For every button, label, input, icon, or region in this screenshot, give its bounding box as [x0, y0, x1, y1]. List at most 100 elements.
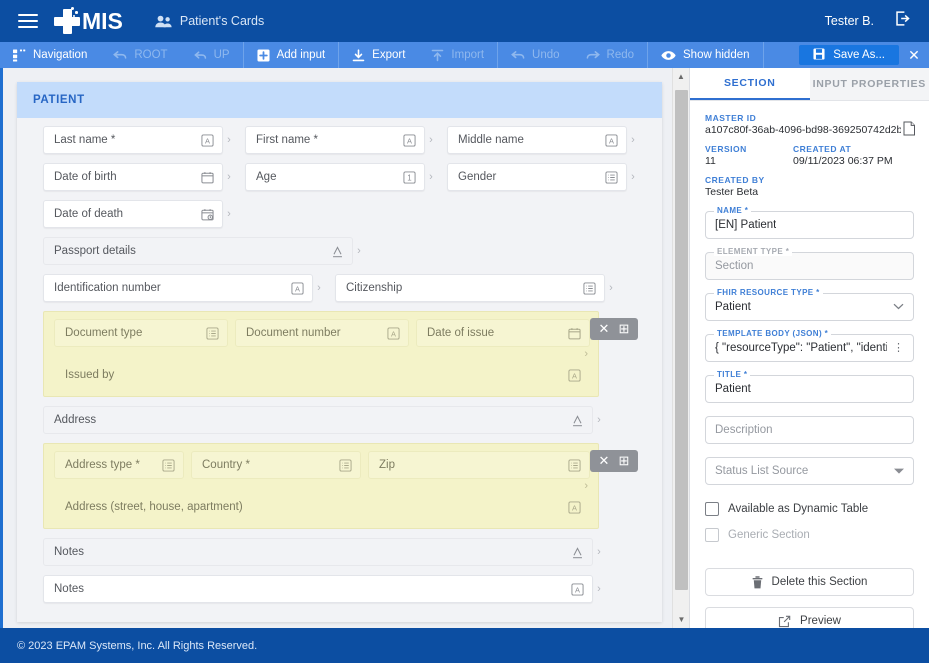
- field-address-heading[interactable]: Address: [43, 406, 593, 434]
- title-field[interactable]: TITLE * Patient: [705, 370, 914, 403]
- expand-chevron[interactable]: ›: [627, 163, 639, 191]
- tab-input-properties[interactable]: INPUT PROPERTIES: [809, 68, 929, 100]
- field-document-number[interactable]: Document number A: [235, 319, 409, 347]
- status-list-source-select[interactable]: Status List Source: [705, 457, 914, 485]
- name-field[interactable]: NAME * [EN] Patient: [705, 206, 914, 239]
- field-address-street[interactable]: Address (street, house, apartment) A: [54, 493, 590, 521]
- triangle-up-icon[interactable]: ▲: [673, 68, 689, 85]
- trash-icon: [752, 575, 763, 589]
- field-last-name[interactable]: Last name * A: [43, 126, 223, 154]
- expand-chevron[interactable]: ›: [593, 406, 605, 434]
- field-notes[interactable]: Notes A: [43, 575, 593, 603]
- group-line: Document type Document number A Date of …: [54, 319, 590, 347]
- field-label: Date of birth: [54, 171, 117, 183]
- toolbar-add-input-button[interactable]: Add input: [244, 42, 339, 68]
- expand-chevron[interactable]: ›: [605, 274, 617, 302]
- top-header: MIS Patient's Cards Tester B.: [0, 0, 929, 42]
- master-id-value: a107c80f-36ab-4096-bd98-369250742d2b: [705, 124, 901, 136]
- field-country[interactable]: Country *: [191, 451, 361, 479]
- toolbar-import-button[interactable]: Import: [418, 42, 497, 68]
- toolbar-group-view: Show hidden: [648, 42, 764, 68]
- field-identification-number[interactable]: Identification number A: [43, 274, 313, 302]
- add-group-icon[interactable]: ⊞: [615, 321, 633, 337]
- field-address-type[interactable]: Address type *: [54, 451, 184, 479]
- toolbar-navigation-button[interactable]: Navigation: [0, 42, 100, 68]
- field-label: Passport details: [54, 245, 136, 257]
- remove-group-icon[interactable]: ✕: [595, 321, 613, 337]
- fhir-resource-type-select[interactable]: FHIR RESOURCE TYPE * Patient: [705, 288, 914, 321]
- copy-icon[interactable]: [903, 121, 916, 141]
- field-label: Address type *: [65, 459, 140, 471]
- user-name[interactable]: Tester B.: [825, 14, 874, 28]
- expand-chevron[interactable]: ›: [425, 163, 437, 191]
- canvas-scrollbar[interactable]: ▲ ▼: [672, 68, 689, 628]
- field-age[interactable]: Age 1: [245, 163, 425, 191]
- delete-section-label: Delete this Section: [771, 576, 868, 588]
- available-as-dynamic-table-checkbox[interactable]: Available as Dynamic Table: [705, 502, 914, 516]
- svg-text:A: A: [295, 284, 300, 293]
- expand-chevron[interactable]: ›: [223, 163, 235, 191]
- save-as-button[interactable]: Save As...: [799, 45, 899, 65]
- name-field-legend: NAME *: [714, 206, 752, 215]
- preview-label: Preview: [800, 615, 841, 627]
- expand-chevron[interactable]: ›: [223, 126, 235, 154]
- expand-chevron[interactable]: ›: [593, 538, 605, 566]
- text-input-icon: A: [568, 500, 581, 514]
- undo-icon: [511, 50, 525, 61]
- logout-icon[interactable]: [894, 10, 911, 32]
- expand-chevron[interactable]: ›: [223, 200, 235, 228]
- field-zip[interactable]: Zip: [368, 451, 590, 479]
- toolbar-show-hidden-button[interactable]: Show hidden: [648, 42, 763, 68]
- more-options-icon[interactable]: ⋮: [893, 343, 904, 354]
- tab-section[interactable]: SECTION: [690, 68, 810, 100]
- patients-cards-link[interactable]: Patient's Cards: [155, 14, 264, 28]
- scrollbar-thumb[interactable]: [675, 90, 688, 590]
- chevron-down-icon[interactable]: [894, 466, 904, 476]
- checkbox-box[interactable]: [705, 502, 719, 516]
- field-first-name[interactable]: First name * A: [245, 126, 425, 154]
- close-icon[interactable]: ✕: [899, 42, 929, 68]
- copyright-text: © 2023 EPAM Systems, Inc. All Rights Res…: [17, 639, 258, 652]
- template-body-value: { "resourceType": "Patient", "identifier…: [715, 342, 887, 354]
- description-field[interactable]: Description: [705, 416, 914, 444]
- field-middle-name[interactable]: Middle name A: [447, 126, 627, 154]
- delete-section-button[interactable]: Delete this Section: [705, 568, 914, 596]
- chevron-down-icon[interactable]: [893, 302, 904, 312]
- toolbar-export-button[interactable]: Export: [339, 42, 418, 68]
- text-input-icon: A: [571, 582, 584, 596]
- field-date-of-death[interactable]: Date of death: [43, 200, 223, 228]
- footer-bar: © 2023 EPAM Systems, Inc. All Rights Res…: [0, 628, 929, 663]
- field-date-of-issue[interactable]: Date of issue: [416, 319, 590, 347]
- toolbar-up-button[interactable]: UP: [181, 42, 243, 68]
- group-expand-chevron[interactable]: ›: [54, 347, 590, 361]
- group-expand-chevron[interactable]: ›: [54, 479, 590, 493]
- expand-chevron[interactable]: ›: [313, 274, 325, 302]
- triangle-down-icon[interactable]: ▼: [673, 611, 689, 628]
- field-citizenship[interactable]: Citizenship: [335, 274, 605, 302]
- toolbar-redo-button[interactable]: Redo: [573, 42, 648, 68]
- template-body-field[interactable]: TEMPLATE BODY (JSON) * { "resourceType":…: [705, 329, 914, 362]
- expand-chevron[interactable]: ›: [627, 126, 639, 154]
- toolbar-root-button[interactable]: ROOT: [100, 42, 180, 68]
- form-row: Date of death ›: [17, 200, 662, 228]
- expand-chevron[interactable]: ›: [353, 237, 365, 265]
- field-gender[interactable]: Gender: [447, 163, 627, 191]
- hamburger-icon[interactable]: [18, 14, 38, 28]
- field-notes-heading[interactable]: Notes: [43, 538, 593, 566]
- field-passport-details[interactable]: Passport details: [43, 237, 353, 265]
- toolbar-add-input-label: Add input: [276, 49, 326, 61]
- expand-chevron[interactable]: ›: [425, 126, 437, 154]
- add-group-icon[interactable]: ⊞: [615, 453, 633, 469]
- version-created-row: VERSION 11 CREATED AT 09/11/2023 06:37 P…: [705, 144, 914, 167]
- field-date-of-birth[interactable]: Date of birth: [43, 163, 223, 191]
- toolbar-undo-button[interactable]: Undo: [498, 42, 573, 68]
- remove-group-icon[interactable]: ✕: [595, 453, 613, 469]
- field-document-type[interactable]: Document type: [54, 319, 228, 347]
- field-issued-by[interactable]: Issued by A: [54, 361, 590, 389]
- list-icon: [339, 458, 352, 472]
- brand-logo[interactable]: MIS: [54, 7, 123, 35]
- element-type-value: Section: [715, 260, 754, 272]
- expand-chevron[interactable]: ›: [593, 575, 605, 603]
- field-label: Address: [54, 414, 97, 426]
- version-label: VERSION: [705, 144, 747, 154]
